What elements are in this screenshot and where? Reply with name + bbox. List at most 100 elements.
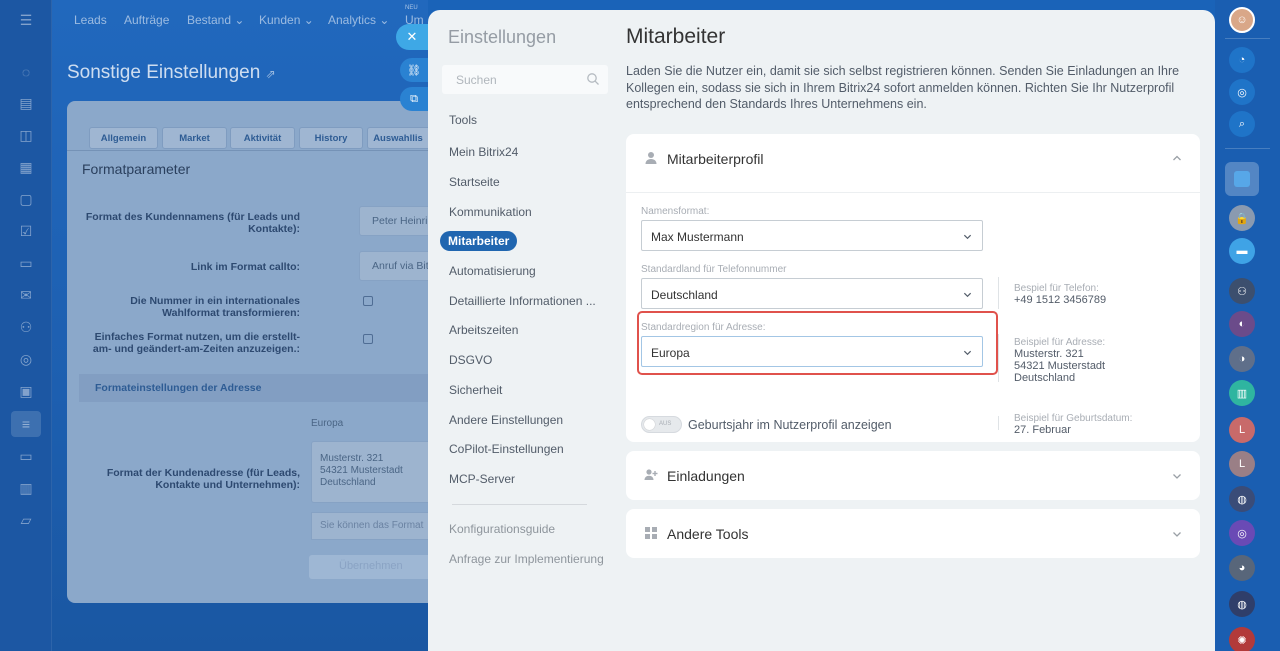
right-rail: ☺ ◔ ◎ ⌕ 🔒 ▬ ⚇ ◐ ◑ ▥ L L ◍ ◎ ◕ ◍ ✺ xyxy=(1215,0,1280,651)
settings-search-input[interactable]: Suchen xyxy=(442,65,608,94)
nav-icon-1[interactable]: ◌ xyxy=(16,62,36,82)
avatar[interactable]: ☺ xyxy=(1229,7,1255,33)
users-icon[interactable]: ⚇ xyxy=(16,317,36,337)
address-region-label: Standardregion für Adresse: xyxy=(641,322,766,333)
chevron-down-icon xyxy=(963,350,972,356)
lock-chat-icon[interactable]: 🔒 xyxy=(1229,205,1255,231)
chevron-down-icon[interactable] xyxy=(1172,471,1182,481)
menu-item-sicherheit[interactable]: Sicherheit xyxy=(449,383,502,397)
chat-avatar-8[interactable]: ◍ xyxy=(1229,591,1255,617)
mail-icon[interactable]: ✉ xyxy=(16,285,36,305)
birthyear-toggle-label: Geburtsjahr im Nutzerprofil anzeigen xyxy=(688,418,892,432)
menu-item-arbeitszeiten[interactable]: Arbeitszeiten xyxy=(449,323,518,337)
nav-icon-3[interactable]: ◫ xyxy=(16,125,36,145)
address-region-select[interactable]: Europa xyxy=(641,336,983,367)
birthday-example-value: 27. Februar xyxy=(1014,424,1071,436)
chat-avatar-3[interactable]: ◑ xyxy=(1229,346,1255,372)
menu-item-anfrage-implementierung[interactable]: Anfrage zur Implementierung xyxy=(449,552,604,566)
profile-panel-title[interactable]: Mitarbeiterprofil xyxy=(667,151,763,167)
bg-apply-button[interactable]: Übernehmen xyxy=(309,555,428,579)
menu-item-konfigurationsguide[interactable]: Konfigurationsguide xyxy=(449,522,555,536)
grid-icon xyxy=(645,527,657,539)
menu-item-mcp-server[interactable]: MCP-Server xyxy=(449,472,515,486)
menu-icon[interactable]: ☰ xyxy=(16,10,36,30)
menu-item-startseite[interactable]: Startseite xyxy=(449,175,500,189)
menu-item-mein-bitrix24[interactable]: Mein Bitrix24 xyxy=(449,145,518,159)
chat-avatar-l2[interactable]: L xyxy=(1229,451,1255,477)
chat-avatar-2[interactable]: ◐ xyxy=(1229,311,1255,337)
pin-icon[interactable]: ⇗ xyxy=(266,67,276,81)
address-example-value: Musterstr. 321 54321 Musterstadt Deutsch… xyxy=(1014,348,1106,384)
phone-example-label: Bespiel für Telefon: xyxy=(1014,283,1099,294)
menu-divider xyxy=(452,504,587,505)
menu-item-copilot-einstellungen[interactable]: CoPilot-Einstellungen xyxy=(449,442,564,456)
nav-icon-14[interactable]: ▥ xyxy=(16,478,36,498)
notifications-icon[interactable]: ◔ xyxy=(1229,47,1255,73)
open-new-window-button[interactable]: ⧉ xyxy=(400,87,428,111)
other-tools-panel[interactable]: Andere Tools xyxy=(626,509,1200,558)
close-slider-button[interactable]: ✕ xyxy=(396,24,428,50)
filter-icon[interactable]: ≡ xyxy=(11,411,41,437)
nav-icon-7[interactable]: ▭ xyxy=(16,253,36,273)
menu-item-detaillierte-informationen[interactable]: Detaillierte Informationen ... xyxy=(449,294,596,308)
tab-allgemein[interactable]: Allgemein xyxy=(89,127,158,149)
chevron-down-icon xyxy=(963,234,972,240)
tab-market[interactable]: Market xyxy=(162,127,227,149)
employee-profile-panel: Mitarbeiterprofil Namensformat: Max Must… xyxy=(626,134,1200,442)
main-title: Mitarbeiter xyxy=(626,25,726,48)
new-badge: NEU xyxy=(405,5,418,11)
tab-aktivitaet[interactable]: Aktivität xyxy=(230,127,295,149)
chat-avatar-5[interactable]: ◍ xyxy=(1229,486,1255,512)
topnav-leads[interactable]: Leads xyxy=(74,13,107,27)
nav-icon-13[interactable]: ▭ xyxy=(16,446,36,466)
chat-avatar-7[interactable]: ◕ xyxy=(1229,555,1255,581)
search-chat-icon[interactable]: ⌕ xyxy=(1229,111,1255,137)
chat-avatar-l1[interactable]: L xyxy=(1229,417,1255,443)
nav-icon-15[interactable]: ▱ xyxy=(16,510,36,530)
bg-label-name-format: Format des Kundennamens (für Leads und K… xyxy=(85,211,300,235)
monitor-icon[interactable]: ▣ xyxy=(16,381,36,401)
tab-auswahllisten[interactable]: Auswahllis xyxy=(367,127,428,149)
chevron-down-icon[interactable] xyxy=(1172,529,1182,539)
menu-item-automatisierung[interactable]: Automatisierung xyxy=(449,264,536,278)
nav-icon-2[interactable]: ▤ xyxy=(16,93,36,113)
bg-address-region: Europa xyxy=(311,418,344,429)
topnav-analytics[interactable]: Analytics ⌄ xyxy=(328,13,389,27)
menu-item-tools[interactable]: Tools xyxy=(449,113,477,127)
bg-simple-format-checkbox[interactable] xyxy=(363,334,373,344)
page-title: Sonstige Einstellungen ⇗ xyxy=(67,62,276,83)
nav-icon-10[interactable]: ◎ xyxy=(16,349,36,369)
add-user-icon xyxy=(644,469,658,480)
calendar-icon[interactable]: ▦ xyxy=(16,157,36,177)
section-title: Formatparameter xyxy=(82,161,191,177)
topnav-bestand[interactable]: Bestand ⌄ xyxy=(187,13,244,27)
bg-intl-format-checkbox[interactable] xyxy=(363,296,373,306)
chat-avatar-6[interactable]: ◎ xyxy=(1229,520,1255,546)
menu-item-kommunikation[interactable]: Kommunikation xyxy=(449,205,532,219)
user-icon xyxy=(645,152,657,164)
tab-history[interactable]: History xyxy=(299,127,363,149)
settings-title: Einstellungen xyxy=(448,27,557,47)
chat-icon[interactable]: ▬ xyxy=(1229,238,1255,264)
chevron-up-icon[interactable] xyxy=(1172,153,1182,163)
bg-label-intl-format: Die Nummer in ein internationales Wahlfo… xyxy=(130,295,300,319)
birthyear-toggle[interactable]: AUS xyxy=(641,416,682,433)
topnav-auftraege[interactable]: Aufträge xyxy=(124,13,169,27)
topnav-kunden[interactable]: Kunden ⌄ xyxy=(259,13,314,27)
tasks-icon[interactable]: ☑ xyxy=(16,221,36,241)
chat-avatar-1[interactable]: ⚇ xyxy=(1229,278,1255,304)
invitations-panel[interactable]: Einladungen xyxy=(626,451,1200,500)
invitations-title: Einladungen xyxy=(667,468,745,484)
menu-item-dsgvo[interactable]: DSGVO xyxy=(449,353,492,367)
phone-country-select[interactable]: Deutschland xyxy=(641,278,983,309)
bookmark-icon[interactable] xyxy=(1225,162,1259,196)
chat-avatar-4[interactable]: ▥ xyxy=(1229,380,1255,406)
status-icon[interactable]: ◎ xyxy=(1229,79,1255,105)
menu-item-mitarbeiter[interactable]: Mitarbeiter xyxy=(440,231,518,251)
chat-avatar-9[interactable]: ✺ xyxy=(1229,627,1255,651)
name-format-select[interactable]: Max Mustermann xyxy=(641,220,983,251)
nav-icon-5[interactable]: ▢ xyxy=(16,189,36,209)
menu-item-andere-einstellungen[interactable]: Andere Einstellungen xyxy=(449,413,563,427)
settings-slider: Einstellungen Suchen Tools Mein Bitrix24… xyxy=(428,10,1215,651)
link-button[interactable]: ⛓ xyxy=(400,58,428,82)
